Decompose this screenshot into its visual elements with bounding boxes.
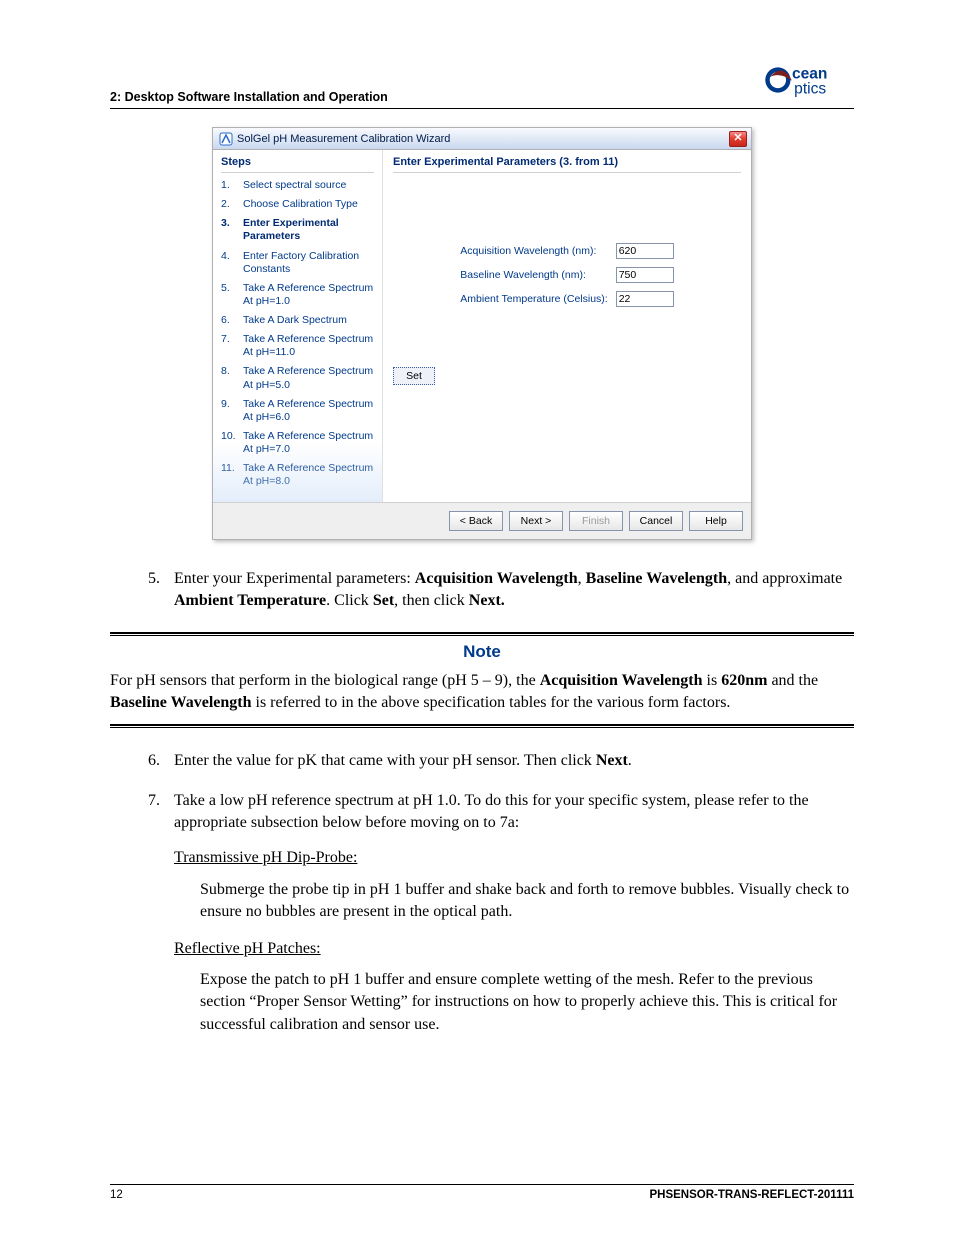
step-number: 3. — [221, 217, 237, 243]
wizard-step-item: 7.Take A Reference Spectrum At pH=11.0 — [221, 333, 374, 359]
step-number: 4. — [221, 250, 237, 276]
step-number: 6. — [140, 750, 160, 772]
ambient-temperature-label: Ambient Temperature (Celsius): — [460, 293, 607, 305]
instruction-step-5: 5. Enter your Experimental parameters: A… — [140, 568, 854, 611]
step-number: 8. — [221, 365, 237, 391]
ambient-temperature-input[interactable] — [616, 291, 674, 307]
step-label: Enter Experimental Parameters — [243, 217, 374, 243]
subsection-transmissive: Transmissive pH Dip-Probe: Submerge the … — [174, 847, 854, 923]
page-number: 12 — [110, 1189, 123, 1201]
wizard-step-item: 8.Take A Reference Spectrum At pH=5.0 — [221, 365, 374, 391]
step-label: Choose Calibration Type — [243, 198, 358, 211]
step-number: 11. — [221, 462, 237, 488]
subsection-title: Reflective pH Patches: — [174, 938, 854, 960]
close-button[interactable]: ✕ — [729, 131, 747, 147]
steps-heading: Steps — [221, 156, 374, 173]
back-button[interactable]: < Back — [449, 511, 503, 531]
step-number: 7. — [221, 333, 237, 359]
step-number: 9. — [221, 398, 237, 424]
steps-panel: Steps 1. Select spectral source 2. Choose C… — [213, 150, 383, 502]
step-label: Take A Reference Spectrum At pH=6.0 — [243, 398, 374, 424]
document-id: PHSENSOR-TRANS-REFLECT-201111 — [649, 1189, 854, 1201]
step-label: Take A Reference Spectrum At pH=7.0 — [243, 430, 374, 456]
wizard-main-panel: Enter Experimental Parameters (3. from 1… — [383, 150, 751, 502]
step-label: Take A Reference Spectrum At pH=5.0 — [243, 365, 374, 391]
wizard-main-heading: Enter Experimental Parameters (3. from 1… — [393, 156, 741, 173]
step-label: Take A Reference Spectrum At pH=1.0 — [243, 282, 374, 308]
baseline-wavelength-label: Baseline Wavelength (nm): — [460, 269, 607, 281]
step-number: 5. — [221, 282, 237, 308]
step-label: Take A Reference Spectrum At pH=8.0 — [243, 462, 374, 488]
note-rule-bottom — [110, 724, 854, 728]
set-button[interactable]: Set — [393, 367, 435, 385]
close-icon: ✕ — [733, 133, 742, 144]
calibration-wizard-window: SolGel pH Measurement Calibration Wizard… — [212, 127, 752, 540]
step-number: 1. — [221, 179, 237, 192]
wizard-step-item: 5.Take A Reference Spectrum At pH=1.0 — [221, 282, 374, 308]
note-rule-top — [110, 632, 854, 636]
logo-text-bottom: ptics — [794, 80, 826, 97]
wizard-step-item: 1. Select spectral source — [221, 179, 374, 192]
finish-button[interactable]: Finish — [569, 511, 623, 531]
wizard-step-item: 10. Take A Reference Spectrum At pH=7.0 — [221, 430, 374, 456]
note-title: Note — [110, 642, 854, 662]
page-footer: 12 PHSENSOR-TRANS-REFLECT-201111 — [110, 1184, 854, 1201]
wizard-step-item: 9.Take A Reference Spectrum At pH=6.0 — [221, 398, 374, 424]
header-rule — [110, 108, 854, 109]
window-title: SolGel pH Measurement Calibration Wizard — [237, 133, 450, 145]
step-label: Enter Factory Calibration Constants — [243, 250, 374, 276]
baseline-wavelength-input[interactable] — [616, 267, 674, 283]
next-button[interactable]: Next > — [509, 511, 563, 531]
step-content: Enter the value for pK that came with yo… — [174, 750, 854, 772]
wizard-step-item: 3.Enter Experimental Parameters — [221, 217, 374, 243]
note-text: For pH sensors that perform in the biolo… — [110, 670, 854, 715]
wizard-step-item: 4.Enter Factory Calibration Constants — [221, 250, 374, 276]
section-label: 2: Desktop Software Installation and Ope… — [110, 60, 388, 104]
subsection-title: Transmissive pH Dip-Probe: — [174, 847, 854, 869]
step-label: Select spectral source — [243, 179, 346, 192]
wizard-app-icon — [219, 132, 233, 146]
acquisition-wavelength-input[interactable] — [616, 243, 674, 259]
subsection-body: Submerge the probe tip in pH 1 buffer an… — [200, 879, 854, 924]
instruction-step-6: 6. Enter the value for pK that came with… — [140, 750, 854, 772]
subsection-reflective: Reflective pH Patches: Expose the patch … — [174, 938, 854, 1037]
ocean-optics-logo: cean ptics — [764, 60, 854, 100]
cancel-button[interactable]: Cancel — [629, 511, 683, 531]
page-header: 2: Desktop Software Installation and Ope… — [110, 60, 854, 104]
subsection-body: Expose the patch to pH 1 buffer and ensu… — [200, 969, 854, 1036]
acquisition-wavelength-label: Acquisition Wavelength (nm): — [460, 245, 607, 257]
wizard-step-item: 6. Take A Dark Spectrum — [221, 314, 374, 327]
wizard-step-item: 11. Take A Reference Spectrum At pH=8.0 — [221, 462, 374, 488]
step-number: 5. — [140, 568, 160, 611]
step-content: Take a low pH reference spectrum at pH 1… — [174, 790, 854, 1036]
wizard-footer: < Back Next > Finish Cancel Help — [213, 502, 751, 539]
wizard-step-item: 2. Choose Calibration Type — [221, 198, 374, 211]
note-block: Note For pH sensors that perform in the … — [110, 632, 854, 729]
step-number: 2. — [221, 198, 237, 211]
help-button[interactable]: Help — [689, 511, 743, 531]
step-content: Enter your Experimental parameters: Acqu… — [174, 568, 854, 611]
titlebar: SolGel pH Measurement Calibration Wizard… — [213, 128, 751, 150]
step-number: 7. — [140, 790, 160, 1036]
instruction-step-7: 7. Take a low pH reference spectrum at p… — [140, 790, 854, 1036]
step-label: Take A Dark Spectrum — [243, 314, 347, 327]
step-number: 6. — [221, 314, 237, 327]
parameter-grid: Acquisition Wavelength (nm): Baseline Wa… — [393, 243, 741, 307]
step-number: 10. — [221, 430, 237, 456]
step-label: Take A Reference Spectrum At pH=11.0 — [243, 333, 374, 359]
